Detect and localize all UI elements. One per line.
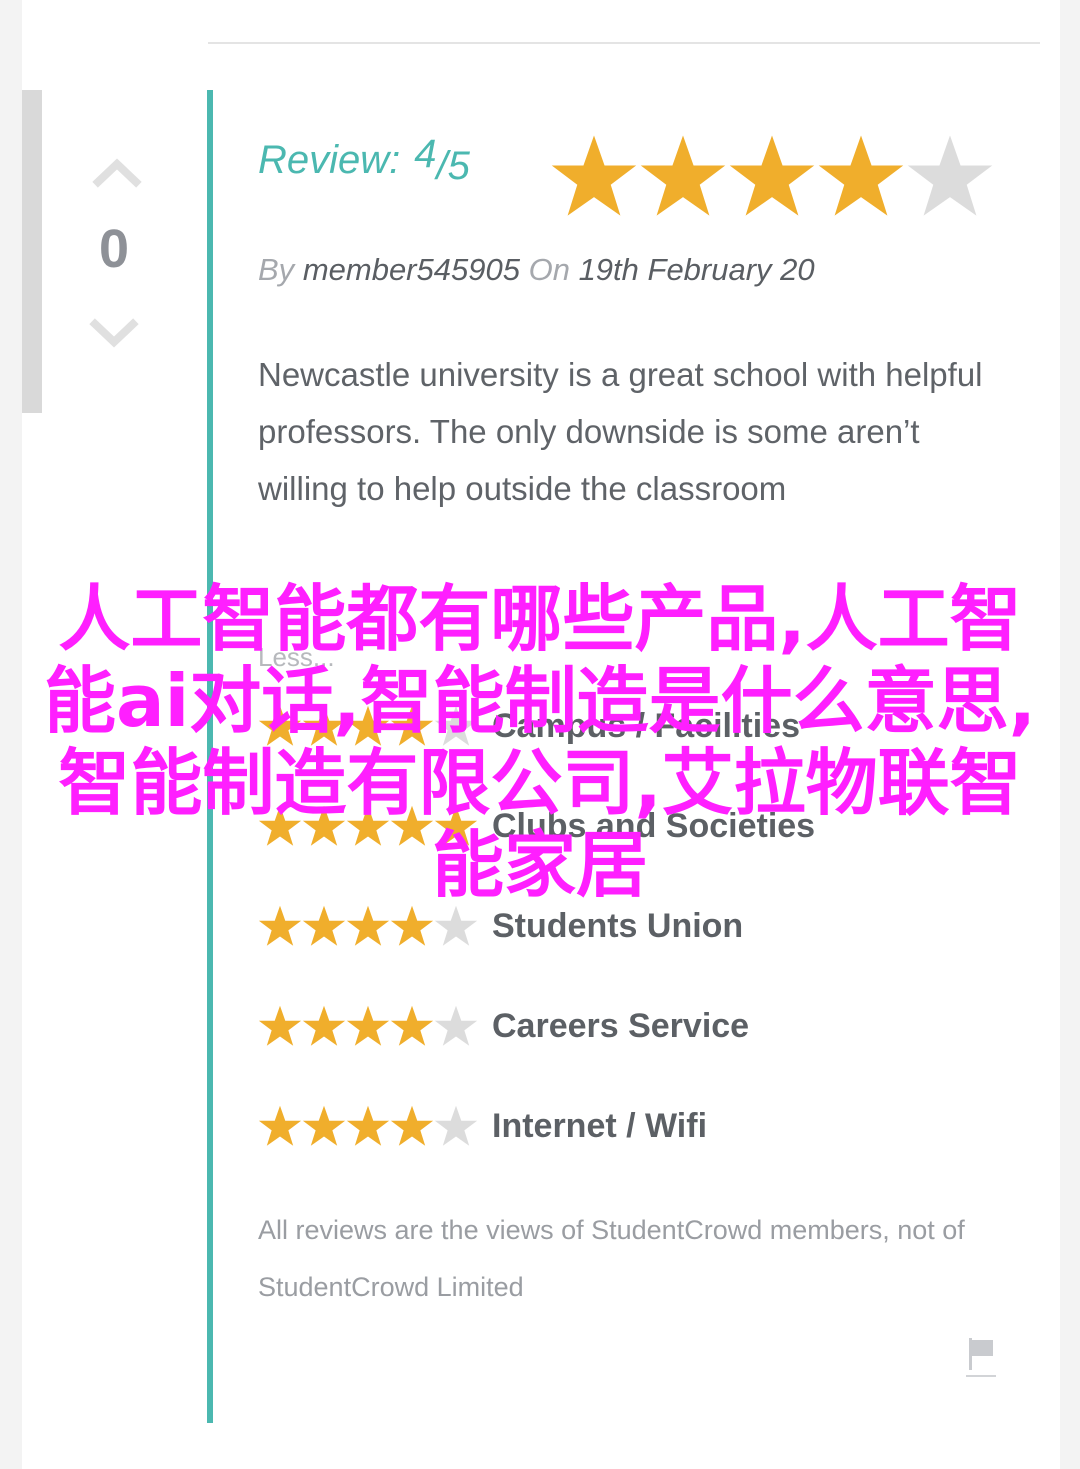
category-rating-row: Campus / Facilities: [258, 702, 800, 750]
review-body: Newcastle university is a great school w…: [258, 356, 983, 507]
star-empty-icon: [434, 905, 478, 946]
on-label: On: [528, 252, 570, 287]
overall-rating-stars: [550, 132, 995, 220]
chevron-up-icon: [92, 158, 142, 188]
category-label: Clubs and Societies: [492, 806, 816, 845]
star-filled-icon: [346, 1005, 390, 1046]
star-filled-icon: [346, 705, 390, 746]
category-stars: [258, 804, 480, 848]
star-filled-icon: [302, 1105, 346, 1146]
star-filled-icon: [390, 705, 434, 746]
review-accent-line: [207, 90, 213, 1423]
category-rating-row: Students Union: [258, 902, 743, 950]
star-filled-icon: [302, 1005, 346, 1046]
star-filled-icon: [346, 905, 390, 946]
category-rating-row: Internet / Wifi: [258, 1102, 707, 1150]
report-underline: [966, 1375, 996, 1377]
review-score: 4: [414, 132, 437, 176]
category-stars: [258, 1104, 480, 1148]
star-filled-icon: [258, 905, 302, 946]
star-filled-icon: [640, 135, 726, 216]
star-filled-icon: [302, 905, 346, 946]
upvote-button[interactable]: [90, 148, 144, 192]
report-button[interactable]: [966, 1336, 996, 1376]
star-filled-icon: [302, 705, 346, 746]
vote-bar: [22, 90, 42, 413]
review-label: Review:: [258, 138, 401, 182]
star-empty-icon: [434, 1105, 478, 1146]
star-filled-icon: [390, 805, 434, 846]
chevron-down-icon: [89, 318, 139, 348]
star-filled-icon: [818, 135, 904, 216]
star-filled-icon: [390, 1005, 434, 1046]
star-filled-icon: [390, 1105, 434, 1146]
category-label: Internet / Wifi: [492, 1106, 708, 1145]
category-label: Campus / Facilities: [492, 706, 800, 745]
by-label: By: [258, 252, 295, 287]
star-filled-icon: [258, 705, 302, 746]
vote-count: 0: [98, 219, 130, 279]
review-byline: By member545905 On 19th February 20: [258, 252, 815, 288]
review-date: 19th February 20: [578, 252, 815, 287]
less-link[interactable]: Less...: [258, 642, 335, 673]
star-filled-icon: [346, 1105, 390, 1146]
category-label: Careers Service: [492, 1006, 750, 1045]
category-label: Students Union: [492, 906, 744, 945]
review-heading: Review: 4/5: [258, 132, 470, 188]
review-out-of: /5: [436, 144, 470, 188]
category-stars: [258, 904, 480, 948]
downvote-button[interactable]: [87, 312, 141, 356]
star-filled-icon: [258, 1005, 302, 1046]
star-empty-icon: [434, 705, 478, 746]
star-filled-icon: [302, 805, 346, 846]
star-filled-icon: [258, 1105, 302, 1146]
star-empty-icon: [434, 1005, 478, 1046]
star-filled-icon: [258, 805, 302, 846]
star-filled-icon: [729, 135, 815, 216]
divider: [208, 42, 1040, 44]
category-rating-row: Clubs and Societies: [258, 802, 815, 850]
star-filled-icon: [346, 805, 390, 846]
star-empty-icon: [907, 135, 993, 216]
category-stars: [258, 704, 480, 748]
category-rating-row: Careers Service: [258, 1002, 749, 1050]
category-stars: [258, 1004, 480, 1048]
star-filled-icon: [434, 805, 478, 846]
flag-icon: [969, 1338, 993, 1370]
review-author[interactable]: member545905: [303, 252, 520, 287]
star-filled-icon: [551, 135, 637, 216]
star-filled-icon: [390, 905, 434, 946]
disclaimer-text: All reviews are the views of StudentCrow…: [258, 1215, 965, 1302]
